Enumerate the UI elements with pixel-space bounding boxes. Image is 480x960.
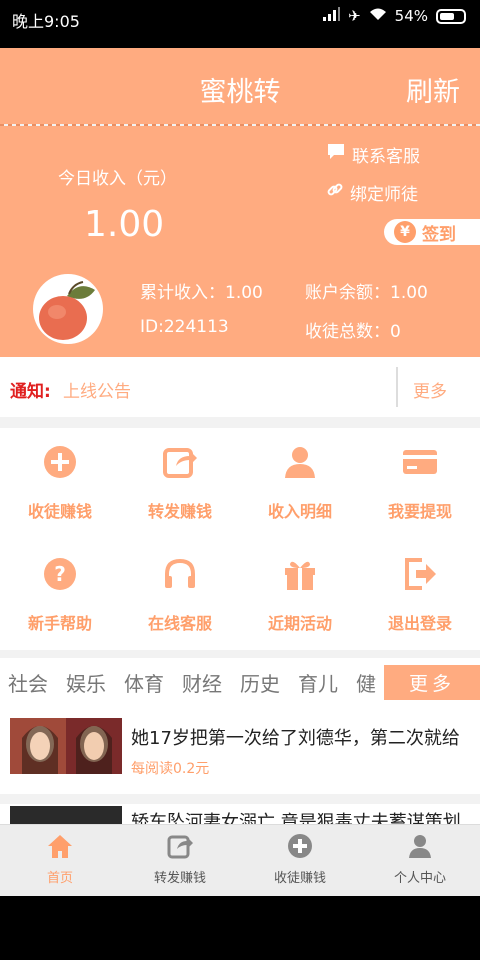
svg-text:?: ? bbox=[54, 562, 66, 586]
plus-circle-icon bbox=[288, 834, 312, 858]
grid-item-share[interactable]: 转发赚钱 bbox=[120, 428, 240, 538]
system-nav-area bbox=[0, 896, 480, 960]
notice-label: 通知: bbox=[10, 382, 51, 402]
app-screen: 蜜桃转 刷新 今日收入（元） 1.00 联系客服 绑定师徒 ¥ 签到 累计收入：… bbox=[0, 48, 480, 896]
nav-share[interactable]: 转发赚钱 bbox=[120, 825, 240, 896]
grid-item-label: 转发赚钱 bbox=[147, 502, 212, 521]
user-icon bbox=[285, 447, 315, 478]
tabs-more-button[interactable]: 更多 bbox=[384, 665, 480, 700]
notice-text[interactable]: 上线公告 bbox=[63, 377, 131, 402]
sign-in-label: 签到 bbox=[422, 224, 456, 245]
earnings-panel: 今日收入（元） 1.00 联系客服 绑定师徒 ¥ 签到 累计收入：1.00 账户… bbox=[0, 126, 480, 357]
headphones-icon bbox=[165, 558, 195, 588]
bottom-nav: 首页 转发赚钱 收徒赚钱 个人中心 bbox=[0, 824, 480, 896]
wifi-icon bbox=[369, 7, 387, 25]
tab-parenting[interactable]: 育儿 bbox=[298, 668, 338, 697]
feature-grid: 收徒赚钱 转发赚钱 收入明细 我要提现 ? 新手帮助 在线客服 近期活动 退出登 bbox=[0, 428, 480, 650]
signal-icon bbox=[322, 6, 341, 26]
tab-sports[interactable]: 体育 bbox=[124, 668, 164, 697]
battery-level: 54% bbox=[394, 7, 428, 25]
tab-finance[interactable]: 财经 bbox=[182, 668, 222, 697]
category-tabs: 社会 娱乐 体育 财经 历史 育儿 健 更多 bbox=[0, 658, 480, 706]
chat-icon bbox=[326, 143, 346, 166]
app-header: 蜜桃转 刷新 bbox=[0, 48, 480, 124]
today-income-label: 今日收入（元） bbox=[58, 169, 177, 189]
grid-item-label: 新手帮助 bbox=[27, 614, 92, 633]
gift-icon bbox=[285, 561, 315, 590]
tab-society[interactable]: 社会 bbox=[8, 668, 48, 697]
grid-item-income-detail[interactable]: 收入明细 bbox=[240, 428, 360, 538]
nav-recruit[interactable]: 收徒赚钱 bbox=[240, 825, 360, 896]
logout-icon bbox=[405, 558, 436, 590]
grid-item-label: 近期活动 bbox=[267, 614, 332, 633]
grid-item-label: 收入明细 bbox=[267, 502, 332, 521]
status-time: 晚上9:05 bbox=[12, 12, 80, 31]
link-icon bbox=[326, 181, 344, 204]
share-icon bbox=[167, 835, 193, 859]
grid-item-help[interactable]: ? 新手帮助 bbox=[0, 540, 120, 650]
nav-label: 个人中心 bbox=[393, 871, 446, 886]
grid-item-label: 收徒赚钱 bbox=[27, 502, 92, 521]
plus-circle-icon bbox=[44, 446, 76, 478]
sign-in-button[interactable]: ¥ 签到 bbox=[384, 219, 480, 245]
article-title: 轿车坠河妻女溺亡 竟是狠毒丈夫蓄谋策划 bbox=[131, 812, 461, 824]
tab-health[interactable]: 健 bbox=[356, 668, 376, 697]
tab-history[interactable]: 历史 bbox=[240, 668, 280, 697]
article-item[interactable]: 她17岁把第一次给了刘德华，第二次就给 每阅读0.2元 bbox=[0, 706, 480, 794]
notice-bar: 通知: 上线公告 更多 bbox=[0, 357, 480, 417]
apprentice-count: 收徒总数：0 bbox=[305, 322, 401, 342]
nav-label: 收徒赚钱 bbox=[273, 871, 326, 886]
today-income-value: 1.00 bbox=[84, 204, 165, 245]
avatar[interactable] bbox=[33, 274, 103, 344]
article-thumbnail bbox=[10, 806, 122, 824]
nav-profile[interactable]: 个人中心 bbox=[360, 825, 480, 896]
nav-label: 首页 bbox=[46, 871, 73, 886]
article-title: 她17岁把第一次给了刘德华，第二次就给 bbox=[131, 728, 460, 749]
nav-label: 转发赚钱 bbox=[153, 871, 206, 886]
grid-item-withdraw[interactable]: 我要提现 bbox=[360, 428, 480, 538]
tab-entertainment[interactable]: 娱乐 bbox=[66, 668, 106, 697]
grid-item-label: 退出登录 bbox=[387, 614, 452, 633]
bind-mentor-link[interactable]: 绑定师徒 bbox=[326, 180, 418, 205]
grid-item-label: 在线客服 bbox=[147, 614, 212, 633]
grid-item-logout[interactable]: 退出登录 bbox=[360, 540, 480, 650]
card-icon bbox=[403, 450, 437, 474]
user-id: ID:224113 bbox=[140, 317, 229, 337]
status-bar: 晚上9:05 ✈ 54% bbox=[0, 0, 480, 48]
grid-item-activities[interactable]: 近期活动 bbox=[240, 540, 360, 650]
article-reward: 每阅读0.2元 bbox=[131, 761, 210, 777]
grid-item-online-service[interactable]: 在线客服 bbox=[120, 540, 240, 650]
total-income: 累计收入：1.00 bbox=[140, 283, 263, 303]
airplane-icon: ✈ bbox=[348, 7, 361, 25]
account-balance: 账户余额：1.00 bbox=[305, 283, 428, 303]
battery-icon bbox=[436, 8, 466, 24]
share-icon bbox=[163, 448, 197, 478]
home-icon bbox=[48, 835, 72, 858]
grid-item-recruit[interactable]: 收徒赚钱 bbox=[0, 428, 120, 538]
peach-logo-icon bbox=[39, 281, 95, 340]
nav-home[interactable]: 首页 bbox=[0, 825, 120, 896]
notice-more-button[interactable]: 更多 bbox=[413, 377, 447, 402]
article-thumbnail bbox=[10, 718, 122, 774]
user-icon bbox=[409, 835, 431, 858]
contact-service-label: 联系客服 bbox=[352, 147, 420, 167]
contact-service-link[interactable]: 联系客服 bbox=[326, 142, 420, 167]
yen-icon: ¥ bbox=[394, 221, 416, 243]
notice-divider bbox=[396, 367, 398, 407]
refresh-button[interactable]: 刷新 bbox=[406, 70, 460, 109]
bind-mentor-label: 绑定师徒 bbox=[350, 185, 418, 205]
question-icon: ? bbox=[44, 558, 76, 590]
article-item[interactable]: 轿车坠河妻女溺亡 竟是狠毒丈夫蓄谋策划 bbox=[0, 804, 480, 824]
grid-item-label: 我要提现 bbox=[387, 502, 452, 521]
